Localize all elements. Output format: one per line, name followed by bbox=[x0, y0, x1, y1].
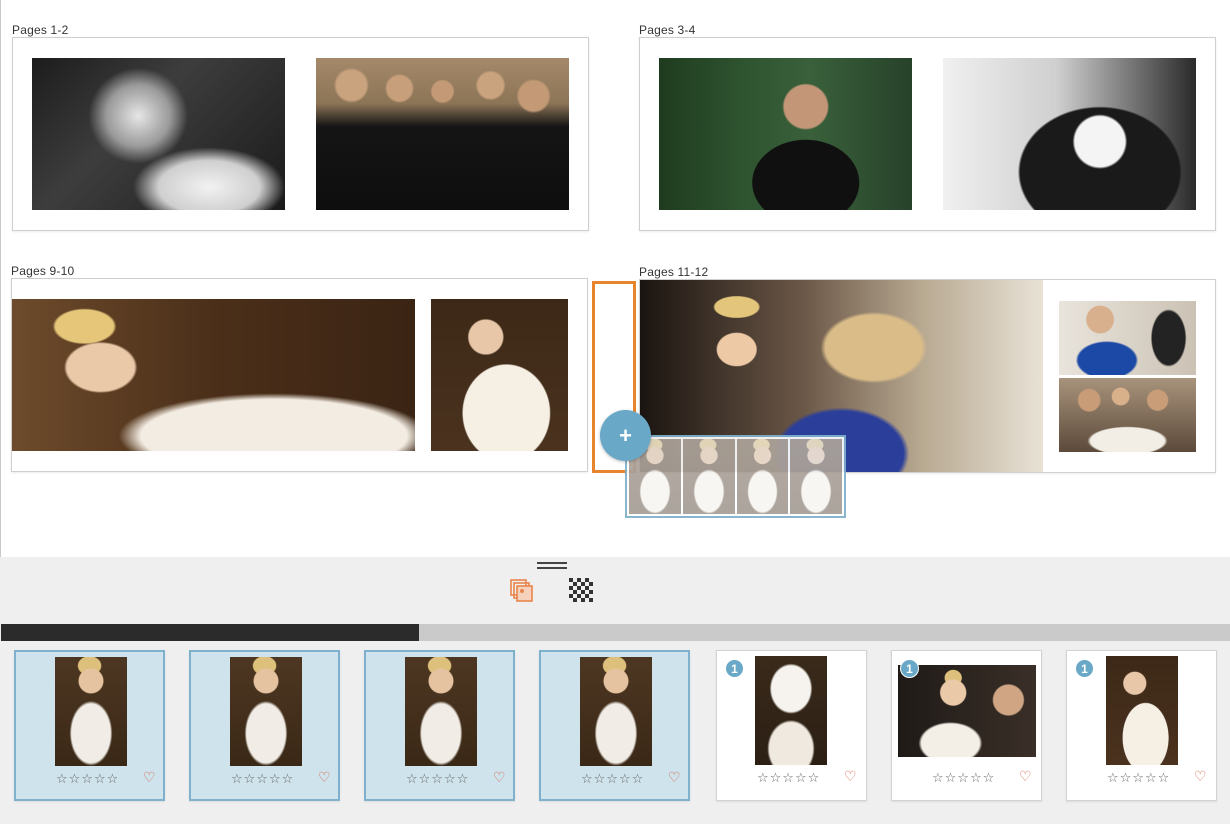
usage-count-badge: 1 bbox=[1075, 659, 1094, 678]
rating-stars-icon[interactable]: ☆☆☆☆☆ bbox=[231, 771, 294, 787]
grid-mode-icon[interactable] bbox=[568, 577, 594, 603]
add-spread-plus-icon: + bbox=[600, 410, 651, 461]
favorite-heart-icon[interactable]: ♡ bbox=[1194, 768, 1207, 785]
rating-stars-icon[interactable]: ☆☆☆☆☆ bbox=[1107, 770, 1170, 786]
photo-bride-seated[interactable] bbox=[431, 299, 568, 451]
photo-groom-garden[interactable] bbox=[659, 58, 912, 210]
photo-thumbnail[interactable] bbox=[55, 657, 127, 766]
photo-card-3[interactable]: ☆☆☆☆☆ ♡ bbox=[364, 650, 515, 801]
drag-preview-thumb bbox=[790, 439, 842, 514]
rating-stars-icon[interactable]: ☆☆☆☆☆ bbox=[581, 771, 644, 787]
spread-pages-9-10[interactable] bbox=[11, 278, 588, 472]
drag-preview-thumb bbox=[736, 439, 789, 514]
drag-preview-thumb bbox=[682, 439, 735, 514]
filmstrip-scroll-thumb[interactable] bbox=[1, 624, 419, 641]
photo-card-4[interactable]: ☆☆☆☆☆ ♡ bbox=[539, 650, 690, 801]
photo-thumbnail[interactable] bbox=[755, 656, 827, 765]
photo-thumbnail[interactable] bbox=[405, 657, 477, 766]
favorite-heart-icon[interactable]: ♡ bbox=[318, 769, 331, 786]
panel-resize-handle-icon[interactable] bbox=[537, 562, 567, 569]
drag-preview bbox=[625, 435, 846, 518]
filmstrip-scrollbar[interactable] bbox=[1, 624, 1230, 641]
spread-pages-3-4[interactable] bbox=[639, 37, 1216, 231]
photo-thumbnail[interactable] bbox=[898, 665, 1036, 757]
spread-label-9-10: Pages 9-10 bbox=[11, 264, 75, 278]
photo-thumbnail[interactable] bbox=[580, 657, 652, 766]
photo-thumbnail[interactable] bbox=[230, 657, 302, 766]
rating-stars-icon[interactable]: ☆☆☆☆☆ bbox=[56, 771, 119, 787]
spread-label-11-12: Pages 11-12 bbox=[639, 265, 709, 279]
rating-stars-icon[interactable]: ☆☆☆☆☆ bbox=[406, 771, 469, 787]
photo-card-2[interactable]: ☆☆☆☆☆ ♡ bbox=[189, 650, 340, 801]
usage-count-badge: 1 bbox=[725, 659, 744, 678]
rating-stars-icon[interactable]: ☆☆☆☆☆ bbox=[757, 770, 820, 786]
rating-stars-icon[interactable]: ☆☆☆☆☆ bbox=[932, 770, 995, 786]
favorite-heart-icon[interactable]: ♡ bbox=[143, 769, 156, 786]
photo-card-7[interactable]: 1 ☆☆☆☆☆ ♡ bbox=[1066, 650, 1217, 801]
photo-bride-smile[interactable] bbox=[12, 299, 415, 451]
photo-thumbnail[interactable] bbox=[1106, 656, 1178, 765]
usage-count-badge: 1 bbox=[900, 659, 919, 678]
photo-groom-portrait[interactable] bbox=[32, 58, 285, 210]
favorite-heart-icon[interactable]: ♡ bbox=[668, 769, 681, 786]
favorite-heart-icon[interactable]: ♡ bbox=[493, 769, 506, 786]
photo-card-6[interactable]: 1 ☆☆☆☆☆ ♡ bbox=[891, 650, 1042, 801]
spread-pages-1-2[interactable] bbox=[12, 37, 589, 231]
spreads-mode-icon[interactable] bbox=[509, 578, 535, 604]
photo-card-5[interactable]: 1 ☆☆☆☆☆ ♡ bbox=[716, 650, 867, 801]
photo-groomsmen[interactable] bbox=[316, 58, 569, 210]
favorite-heart-icon[interactable]: ♡ bbox=[844, 768, 857, 785]
spread-label-1-2: Pages 1-2 bbox=[12, 23, 69, 37]
photo-card-1[interactable]: ☆☆☆☆☆ ♡ bbox=[14, 650, 165, 801]
photo-bridesmaids-bottom[interactable] bbox=[1059, 378, 1196, 452]
photo-groom-tie[interactable] bbox=[943, 58, 1196, 210]
spread-label-3-4: Pages 3-4 bbox=[639, 23, 696, 37]
photo-bridesmaids-top[interactable] bbox=[1059, 301, 1196, 375]
favorite-heart-icon[interactable]: ♡ bbox=[1019, 768, 1032, 785]
